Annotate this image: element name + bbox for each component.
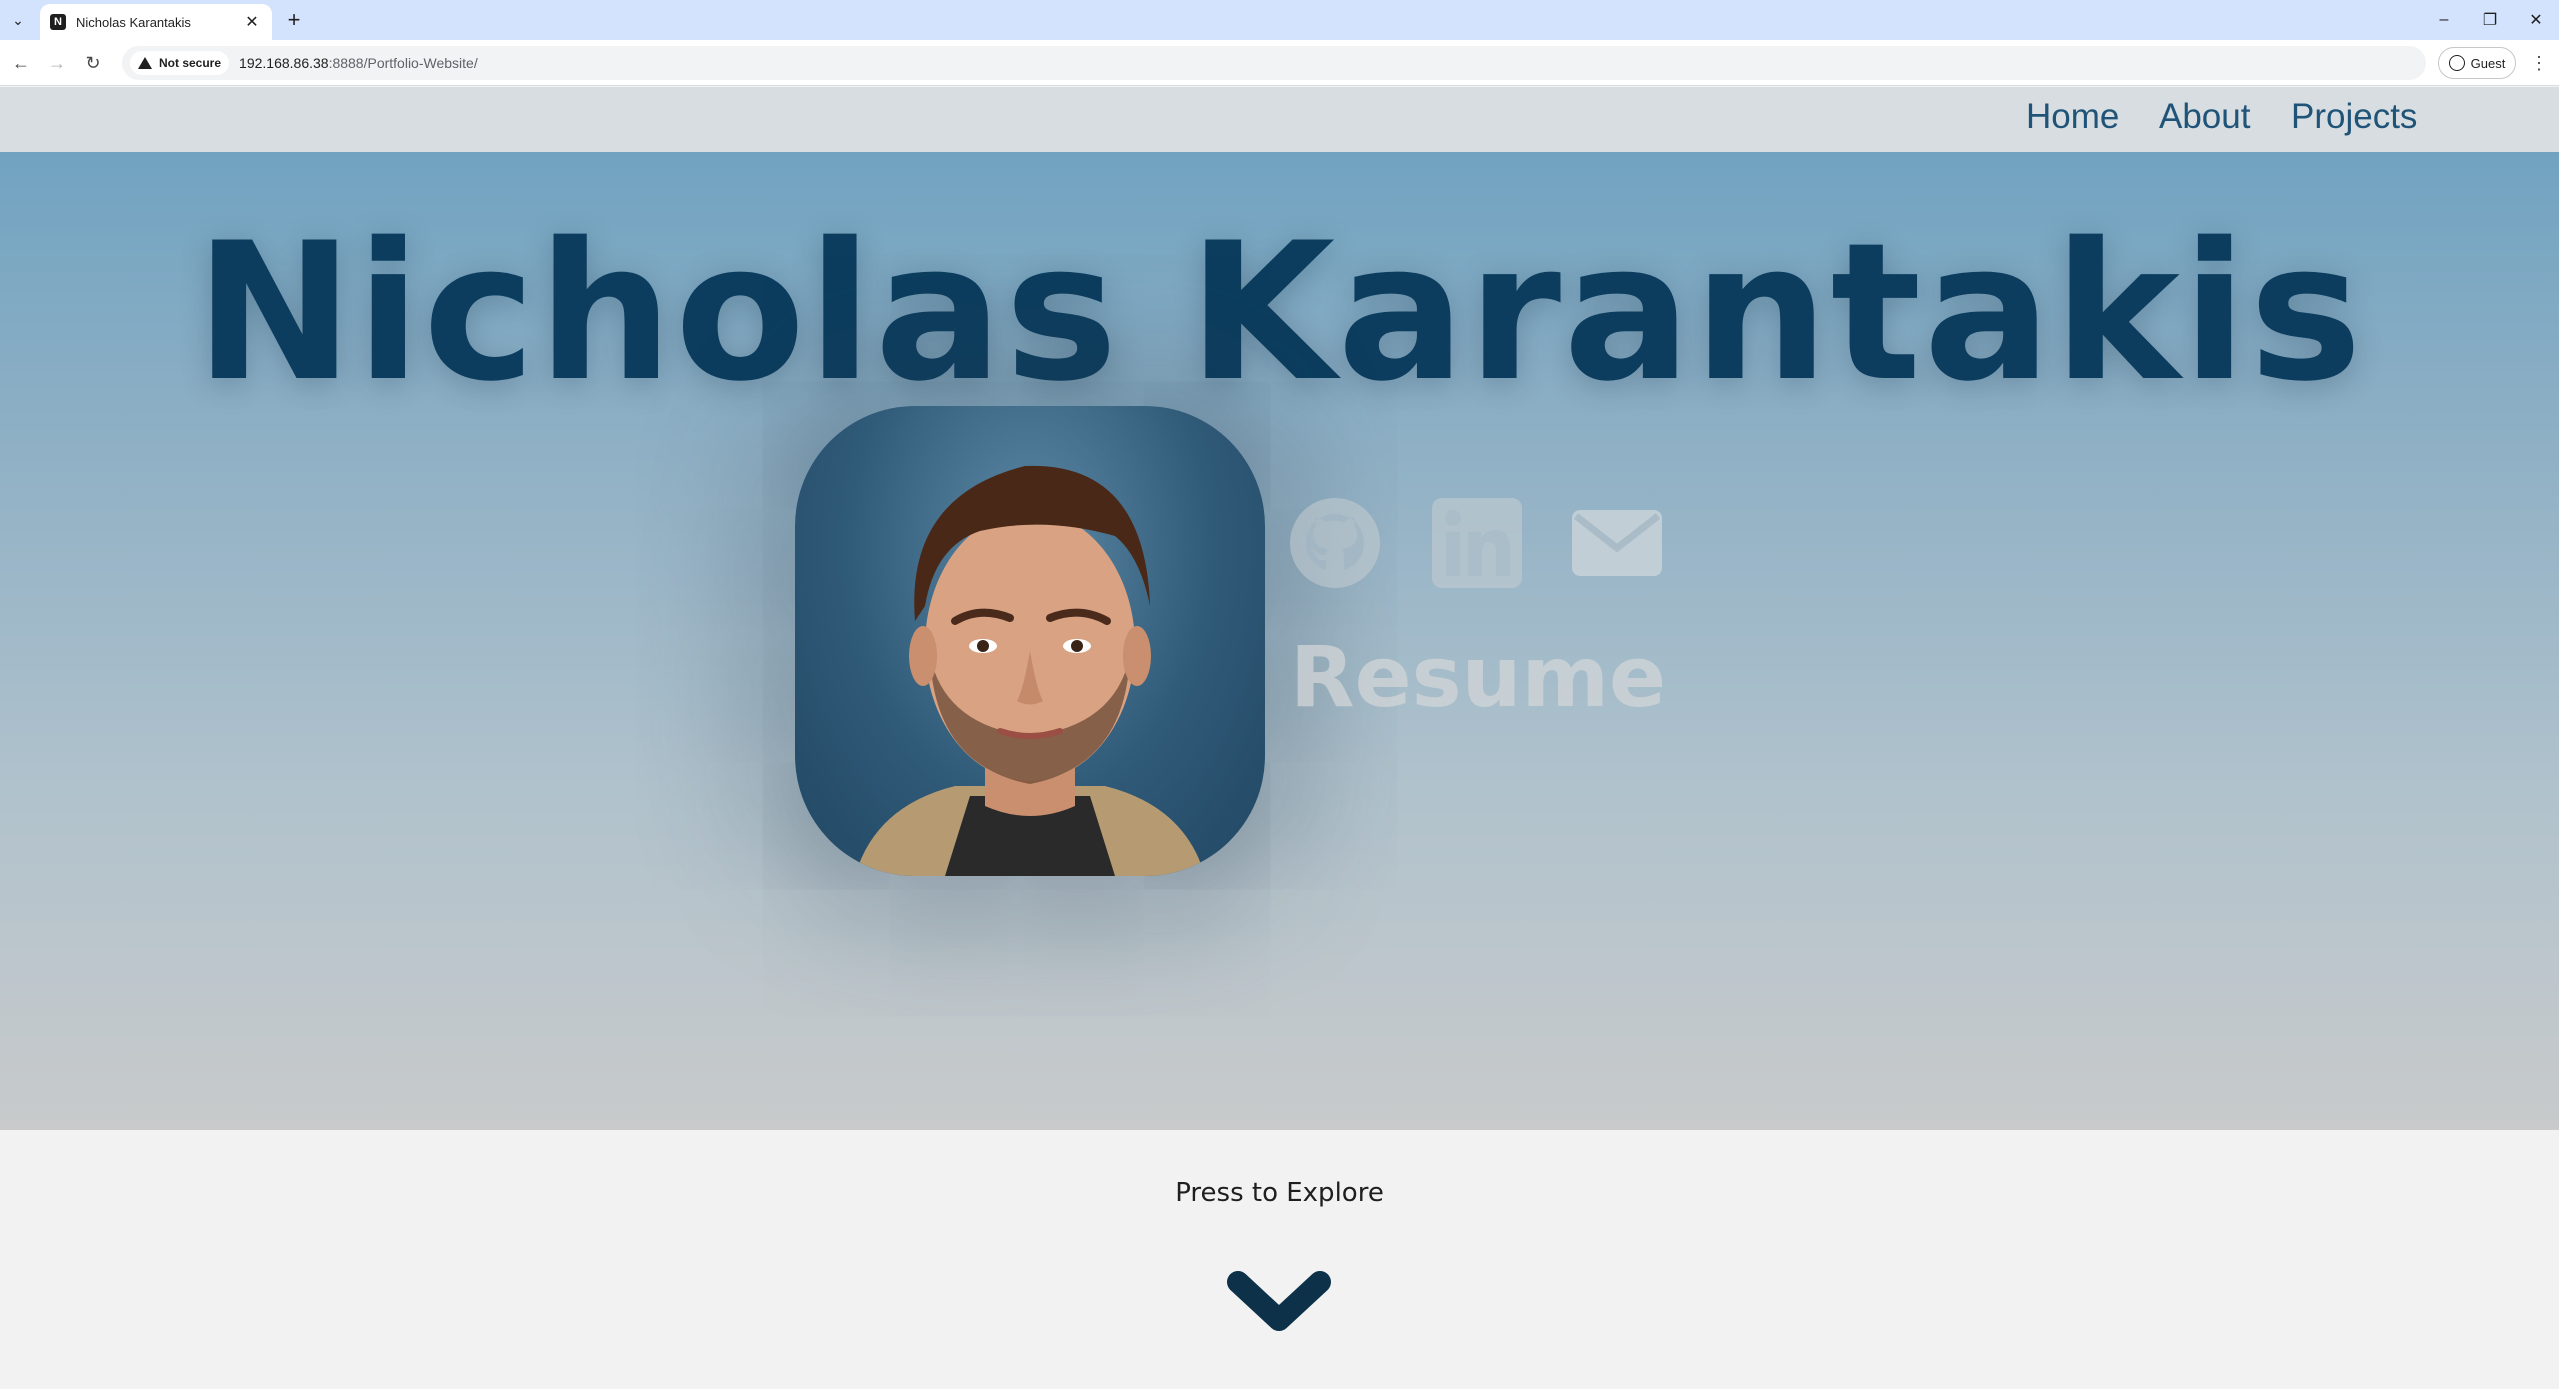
- new-tab-button[interactable]: +: [282, 7, 306, 32]
- site-nav: Home About Projects: [0, 87, 2559, 152]
- restore-icon[interactable]: ❐: [2467, 0, 2513, 40]
- profile-label: Guest: [2470, 55, 2506, 71]
- browser-tab-strip: ⌄ N Nicholas Karantakis ✕ + – ❐ ✕: [0, 0, 2559, 40]
- reload-icon[interactable]: ↻: [80, 50, 106, 76]
- page-title: Nicholas Karantakis: [194, 202, 2365, 423]
- profile-icon: [2448, 55, 2465, 71]
- linkedin-icon[interactable]: [1430, 496, 1524, 590]
- forward-arrow-icon[interactable]: →: [44, 50, 70, 76]
- tab-search-button[interactable]: ⌄: [6, 8, 30, 32]
- security-indicator[interactable]: Not secure: [130, 51, 230, 75]
- nav-home-link[interactable]: Home: [2026, 97, 2119, 137]
- warning-icon: [138, 57, 152, 69]
- email-icon[interactable]: [1570, 496, 1664, 590]
- url-path: :8888/Portfolio-Website/: [328, 55, 478, 71]
- tab-title: Nicholas Karantakis: [76, 14, 191, 30]
- back-arrow-icon[interactable]: ←: [8, 50, 34, 76]
- browser-tab[interactable]: N Nicholas Karantakis ✕: [40, 4, 272, 40]
- nav-projects-link[interactable]: Projects: [2291, 97, 2417, 137]
- hero-section: Nicholas Karantakis: [0, 152, 2559, 1130]
- tab-favicon-icon: N: [50, 14, 66, 30]
- resume-link[interactable]: Resume: [1290, 628, 1666, 726]
- browser-toolbar: ← → ↻ Not secure 192.168.86.38:8888/Port…: [0, 40, 2559, 86]
- window-controls: – ❐ ✕: [2421, 0, 2559, 40]
- security-label: Not secure: [159, 56, 222, 70]
- explore-label[interactable]: Press to Explore: [0, 1178, 2559, 1208]
- close-tab-icon[interactable]: ✕: [242, 12, 262, 32]
- portrait-illustration: [855, 465, 1205, 876]
- url-host: 192.168.86.38: [239, 55, 329, 71]
- url-text: 192.168.86.38:8888/Portfolio-Website/: [239, 55, 478, 71]
- chevron-down-icon[interactable]: [1224, 1262, 1334, 1342]
- profile-button[interactable]: Guest: [2438, 47, 2516, 79]
- close-window-icon[interactable]: ✕: [2513, 0, 2559, 40]
- nav-about-link[interactable]: About: [2159, 97, 2250, 137]
- github-icon[interactable]: [1288, 496, 1382, 590]
- address-bar[interactable]: Not secure 192.168.86.38:8888/Portfolio-…: [122, 46, 2426, 80]
- profile-photo: [795, 406, 1265, 876]
- minimize-icon[interactable]: –: [2421, 0, 2467, 40]
- browser-menu-icon[interactable]: ⋮: [2526, 50, 2552, 76]
